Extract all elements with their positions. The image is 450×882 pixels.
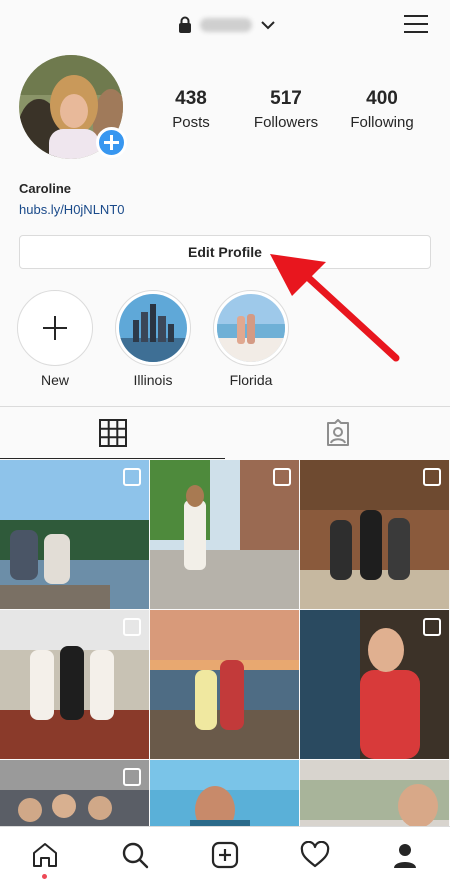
highlight-new-circle [17,290,93,366]
home-icon [33,843,57,867]
photo-tile[interactable] [300,460,449,609]
highlight-label: Illinois [133,372,173,388]
multiple-photos-icon [123,468,141,486]
lock-icon [179,16,191,33]
highlight-label: New [40,372,69,388]
account-switcher[interactable] [178,12,276,38]
photo-tile[interactable] [150,760,299,826]
multiple-photos-icon [423,468,441,486]
highlight-label: Florida [229,372,273,388]
following-label: Following [350,114,414,131]
profile-tabs [0,406,450,459]
stat-followers[interactable]: 517 Followers [246,88,326,131]
bottom-nav [0,826,450,882]
plus-icon [104,135,119,150]
notification-dot [42,874,47,879]
stat-posts[interactable]: 438 Posts [158,88,224,131]
posts-label: Posts [172,114,210,131]
tab-grid[interactable] [0,407,225,459]
photo-tile[interactable] [300,610,449,759]
following-count: 400 [366,88,398,109]
add-post-icon [211,841,239,869]
highlight-illinois[interactable]: Illinois [114,290,192,388]
tagged-person-icon [326,419,349,446]
search-icon [122,842,149,869]
profile-link[interactable]: hubs.ly/H0jNLNT0 [19,202,125,217]
plus-icon [43,316,67,340]
multiple-photos-icon [123,768,141,786]
photo-tile[interactable] [0,610,149,759]
multiple-photos-icon [273,468,291,486]
photo-tile[interactable] [0,460,149,609]
profile-name: Caroline [19,181,72,196]
grid-icon [98,418,127,447]
highlight-florida[interactable]: Florida [212,290,290,388]
nav-search[interactable] [117,837,153,873]
nav-add-post[interactable] [207,837,243,873]
photo-tile[interactable] [300,760,449,826]
photo-tile[interactable] [0,760,149,826]
photo-tile[interactable] [150,460,299,609]
username-blurred [200,18,252,32]
posts-count: 438 [175,88,207,109]
profile-icon [394,844,416,868]
nav-activity[interactable] [297,837,333,873]
highlight-florida-circle [213,290,289,366]
highlight-illinois-circle [115,290,191,366]
followers-label: Followers [253,114,319,131]
multiple-photos-icon [423,618,441,636]
followers-count: 517 [270,88,302,109]
photo-grid [0,460,450,826]
stat-following[interactable]: 400 Following [342,88,422,131]
edit-profile-button[interactable]: Edit Profile [19,235,431,269]
top-bar [0,0,450,50]
add-story-button[interactable] [96,127,127,158]
nav-home[interactable] [27,837,63,873]
chevron-down-icon [261,21,275,30]
nav-profile[interactable] [387,837,423,873]
tab-tagged[interactable] [225,407,450,459]
hamburger-menu-icon[interactable] [402,12,430,36]
highlight-new[interactable]: New [16,290,94,388]
multiple-photos-icon [123,618,141,636]
photo-tile[interactable] [150,610,299,759]
heart-icon [300,841,330,868]
